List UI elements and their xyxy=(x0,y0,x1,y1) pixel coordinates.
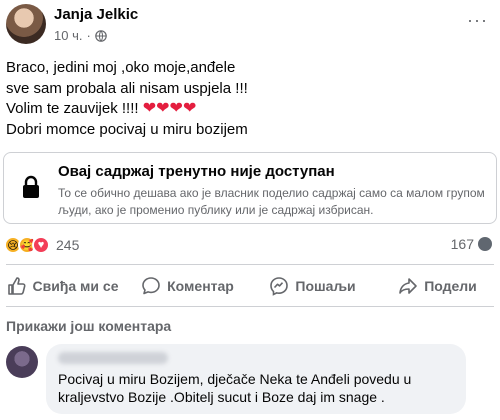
post-body: Braco, jedini moj ,oko moje,anđele sve s… xyxy=(6,58,248,140)
thumbs-up-icon xyxy=(7,277,26,295)
comment-label: Коментар xyxy=(167,278,234,294)
post-line: Dobri momce pocivaj u miru bozijem xyxy=(6,120,248,138)
messenger-icon xyxy=(270,277,289,296)
commenter-avatar[interactable] xyxy=(6,346,38,378)
view-more-comments-link[interactable]: Прикажи још коментара xyxy=(6,318,171,334)
post-line-with-hearts: Volim te zauvijek !!!! ❤❤❤❤ xyxy=(6,99,248,120)
post-header: Janja Jelkic 10 ч. · ··· xyxy=(0,0,500,56)
send-label: Пошаљи xyxy=(295,278,356,294)
comments-count-link[interactable]: 167 xyxy=(451,236,492,252)
post-line: Volim te zauvijek !!!! xyxy=(6,100,143,117)
like-button[interactable]: Свиђа ми се xyxy=(0,268,125,304)
reaction-summary[interactable]: 😢 🥰 ♥ 245 xyxy=(4,236,79,254)
comment-icon xyxy=(142,277,160,295)
like-label: Свиђа ми се xyxy=(32,278,119,294)
author-avatar[interactable] xyxy=(6,4,46,44)
divider xyxy=(6,306,494,307)
post-line: sve sam probala ali nisam uspjela !!! xyxy=(6,79,248,97)
lock-icon xyxy=(23,175,39,198)
comment-bubble: Pocivaj u miru Bozijem, dječače Neka te … xyxy=(46,344,466,414)
comment-button[interactable]: Коментар xyxy=(125,268,250,304)
love-heart-icon: ♥ xyxy=(32,236,50,254)
more-options-icon[interactable]: ··· xyxy=(467,10,488,31)
share-arrow-icon xyxy=(399,278,417,294)
red-hearts-emoji: ❤❤❤❤ xyxy=(142,100,197,117)
unavailable-title: Овај садржај тренутно није доступан xyxy=(58,163,335,180)
share-button[interactable]: Подели xyxy=(375,268,500,304)
comments-count[interactable]: 167 xyxy=(451,236,474,252)
reactions-count[interactable]: 245 xyxy=(56,237,79,253)
meta-separator: · xyxy=(86,28,91,43)
action-bar: Свиђа ми се Коментар Пошаљи Подели xyxy=(0,268,500,304)
unavailable-description: То се обично дешава ако је власник подел… xyxy=(58,186,485,217)
send-button[interactable]: Пошаљи xyxy=(250,268,375,304)
public-globe-icon xyxy=(95,29,107,42)
post-time[interactable]: 10 ч. xyxy=(54,28,82,43)
post-meta: 10 ч. · xyxy=(54,28,107,43)
author-name[interactable]: Janja Jelkic xyxy=(54,6,138,23)
comment-text: Pocivaj u miru Bozijem, dječače Neka te … xyxy=(58,371,412,405)
post-line: Braco, jedini moj ,oko moje,anđele xyxy=(6,59,236,76)
unavailable-content-card: Овај садржај тренутно није доступан То с… xyxy=(3,152,497,224)
share-label: Подели xyxy=(424,278,477,294)
comment-bubble-icon xyxy=(478,237,492,251)
commenter-name-blurred[interactable] xyxy=(58,352,168,364)
divider xyxy=(6,264,494,265)
